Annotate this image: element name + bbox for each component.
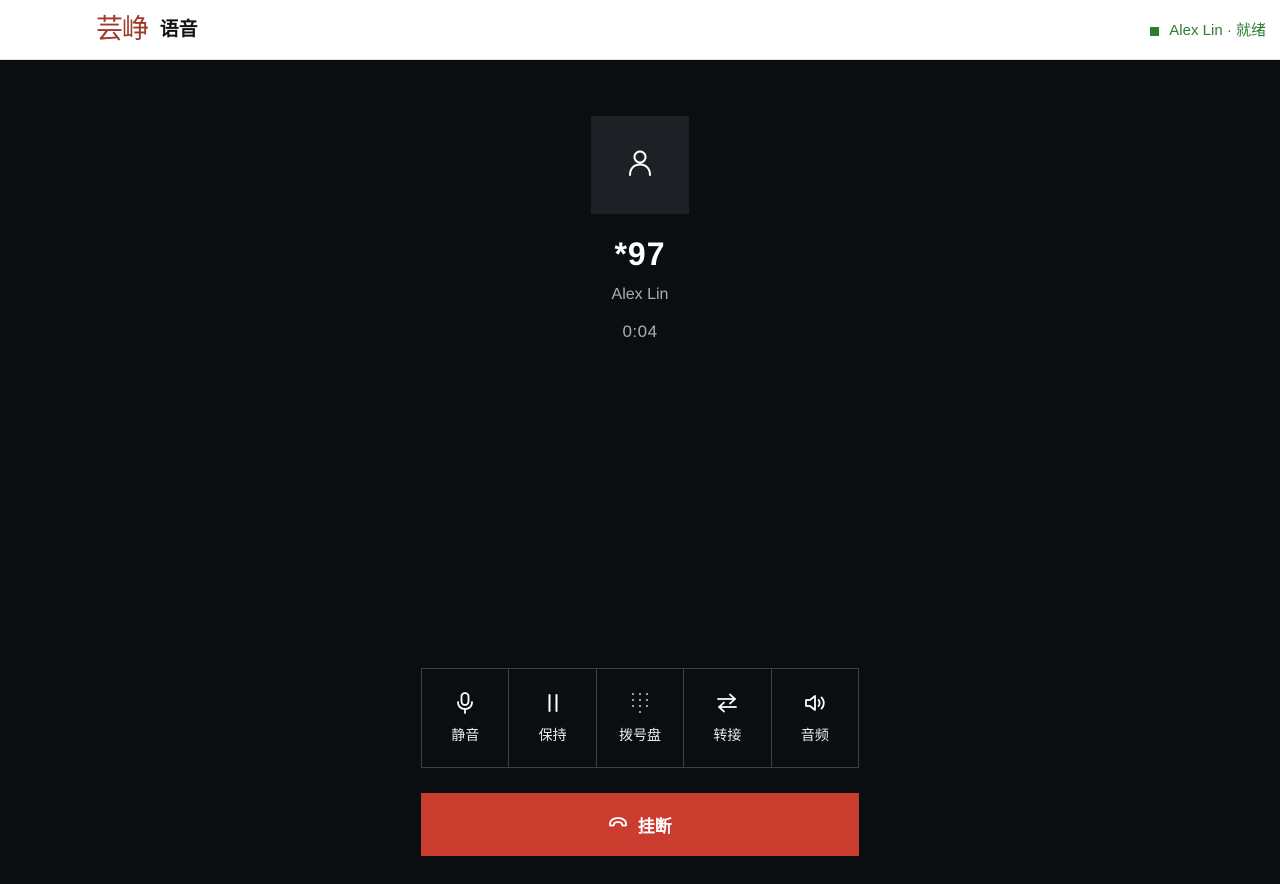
speaker-icon — [803, 691, 827, 715]
callee-name: Alex Lin — [611, 286, 669, 303]
status-indicator-icon — [1150, 26, 1160, 36]
microphone-icon — [454, 691, 476, 715]
agent-status[interactable]: Alex Lin · 就绪 — [1150, 20, 1266, 42]
transfer-icon — [715, 691, 739, 715]
callee-number: *97 — [614, 236, 666, 272]
dialpad-label: 拨号盘 — [619, 727, 662, 743]
caller-avatar — [591, 116, 689, 214]
hold-label: 保持 — [538, 727, 567, 743]
hangup-button[interactable]: 挂断 — [421, 793, 859, 856]
user-icon — [627, 149, 653, 182]
pause-icon — [543, 691, 563, 715]
dialpad-icon — [629, 691, 651, 715]
transfer-button[interactable]: 转接 — [684, 669, 772, 767]
brand[interactable]: 芸峥 语音 — [96, 12, 198, 48]
hangup-label: 挂断 — [638, 817, 672, 836]
app-name: 语音 — [160, 19, 199, 40]
audio-label: 音频 — [800, 727, 829, 743]
hold-button[interactable]: 保持 — [509, 669, 597, 767]
mute-label: 静音 — [451, 727, 480, 743]
hangup-phone-icon — [608, 815, 628, 834]
transfer-label: 转接 — [713, 727, 742, 743]
top-bar: 芸峥 语音 Alex Lin · 就绪 — [0, 0, 1280, 60]
call-timer: 0:04 — [622, 322, 658, 341]
mute-button[interactable]: 静音 — [422, 669, 510, 767]
audio-button[interactable]: 音频 — [772, 669, 858, 767]
call-controls: 静音 保持 拨号盘 转接 音频 — [421, 668, 859, 768]
status-text: Alex Lin · 就绪 — [1169, 22, 1266, 39]
dialpad-button[interactable]: 拨号盘 — [597, 669, 685, 767]
brand-logo: 芸峥 — [96, 14, 149, 45]
